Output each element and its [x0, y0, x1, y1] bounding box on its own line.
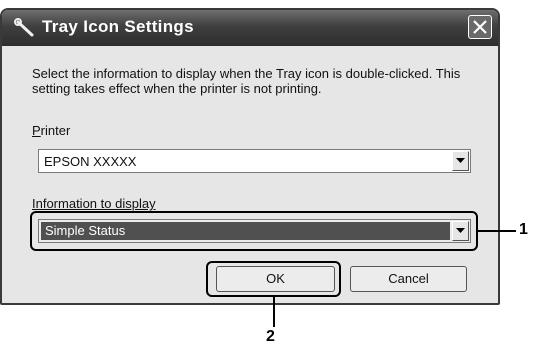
callout-leader-2 [273, 297, 275, 327]
information-label: Information to display [32, 196, 156, 211]
close-button[interactable] [468, 15, 492, 39]
callout-number-2: 2 [266, 328, 275, 345]
dialog-title: Tray Icon Settings [42, 17, 194, 36]
chevron-down-icon [456, 158, 465, 163]
callout-box-1 [30, 211, 478, 251]
callout-box-2 [206, 261, 341, 297]
cancel-button[interactable]: Cancel [350, 266, 467, 292]
printer-select[interactable]: EPSON XXXXX [38, 149, 471, 173]
callout-leader-1 [478, 230, 516, 232]
callout-number-1: 1 [519, 221, 528, 238]
printer-dropdown-button[interactable] [452, 151, 469, 171]
close-icon [473, 20, 487, 34]
title-bar[interactable]: Tray Icon Settings [2, 10, 498, 46]
printer-value: EPSON XXXXX [44, 154, 137, 169]
wrench-icon [14, 18, 34, 37]
printer-label: Printer [32, 123, 71, 138]
description-text: Select the information to display when t… [32, 66, 461, 96]
